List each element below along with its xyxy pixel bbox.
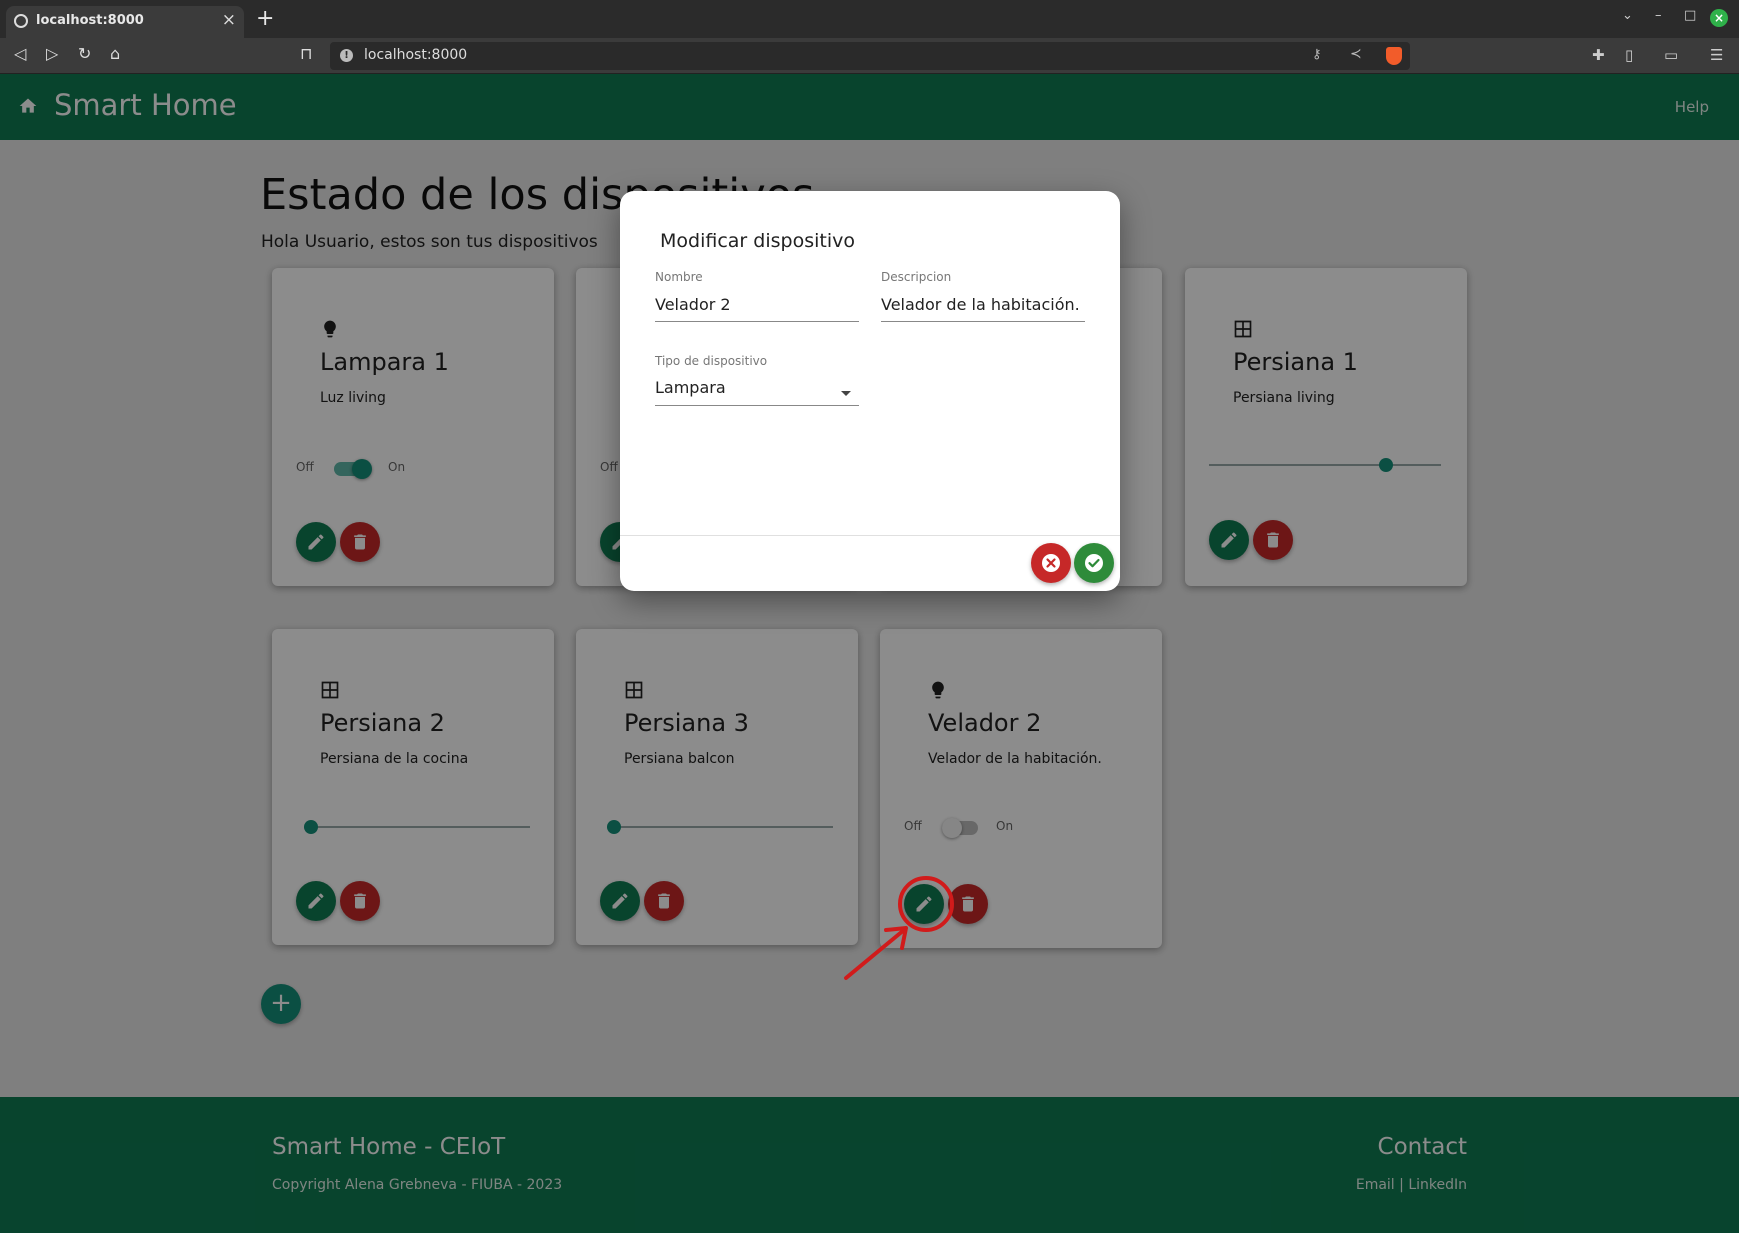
menu-icon[interactable]: ☰ <box>1710 46 1723 64</box>
window-close-button[interactable]: × <box>1710 9 1728 27</box>
site-info-icon[interactable]: ! <box>340 49 353 62</box>
sidebar-icon[interactable]: ▯ <box>1625 46 1633 64</box>
dropdown-caret-icon[interactable] <box>841 391 851 396</box>
name-field: Nombre <box>655 270 859 330</box>
back-icon[interactable]: ◁ <box>14 44 26 63</box>
bookmark-icon[interactable]: ⊓ <box>300 44 312 63</box>
forward-icon[interactable]: ▷ <box>46 44 58 63</box>
description-field: Descripcion <box>881 270 1085 330</box>
close-tab-icon[interactable]: × <box>222 10 236 30</box>
extensions-icon[interactable]: ✚ <box>1592 46 1605 64</box>
home-icon[interactable]: ⌂ <box>110 44 120 63</box>
browser-tab-bar: localhost:8000 × + ⌄ – □ × <box>0 0 1739 38</box>
name-input[interactable] <box>655 288 859 322</box>
address-bar[interactable]: ! localhost:8000 ⚷ ≺ <box>330 42 1410 70</box>
brave-shield-icon[interactable] <box>1386 47 1402 65</box>
reload-icon[interactable]: ↻ <box>78 44 91 63</box>
description-label: Descripcion <box>881 270 952 284</box>
dialog-actions <box>620 535 1120 591</box>
annotation-arrow <box>844 926 908 980</box>
check-circle-icon <box>1085 554 1103 572</box>
minimize-button[interactable]: – <box>1655 8 1662 23</box>
cancel-circle-icon <box>1042 554 1060 572</box>
globe-icon <box>14 14 28 28</box>
tab-title: localhost:8000 <box>36 13 144 28</box>
edit-device-dialog: Modificar dispositivo Nombre Descripcion… <box>620 191 1120 591</box>
device-type-label: Tipo de dispositivo <box>655 354 768 368</box>
device-type-select[interactable]: Lampara <box>655 372 859 406</box>
browser-toolbar: ◁ ▷ ↻ ⌂ ⊓ ! localhost:8000 ⚷ ≺ ✚ ▯ ▭ ☰ <box>0 38 1739 74</box>
key-icon[interactable]: ⚷ <box>1312 47 1322 62</box>
maximize-button[interactable]: □ <box>1684 8 1696 23</box>
confirm-button[interactable] <box>1074 543 1114 583</box>
dialog-title: Modificar dispositivo <box>660 230 855 252</box>
wallet-icon[interactable]: ▭ <box>1664 46 1678 64</box>
share-icon[interactable]: ≺ <box>1350 46 1362 62</box>
tab-list-chevron-icon[interactable]: ⌄ <box>1622 8 1633 23</box>
description-input[interactable] <box>881 288 1085 322</box>
browser-tab[interactable]: localhost:8000 × <box>6 6 244 38</box>
new-tab-button[interactable]: + <box>256 6 274 31</box>
cancel-button[interactable] <box>1031 543 1071 583</box>
url-text[interactable]: localhost:8000 <box>364 47 467 63</box>
device-type-field: Tipo de dispositivo Lampara <box>655 354 859 414</box>
name-label: Nombre <box>655 270 703 284</box>
